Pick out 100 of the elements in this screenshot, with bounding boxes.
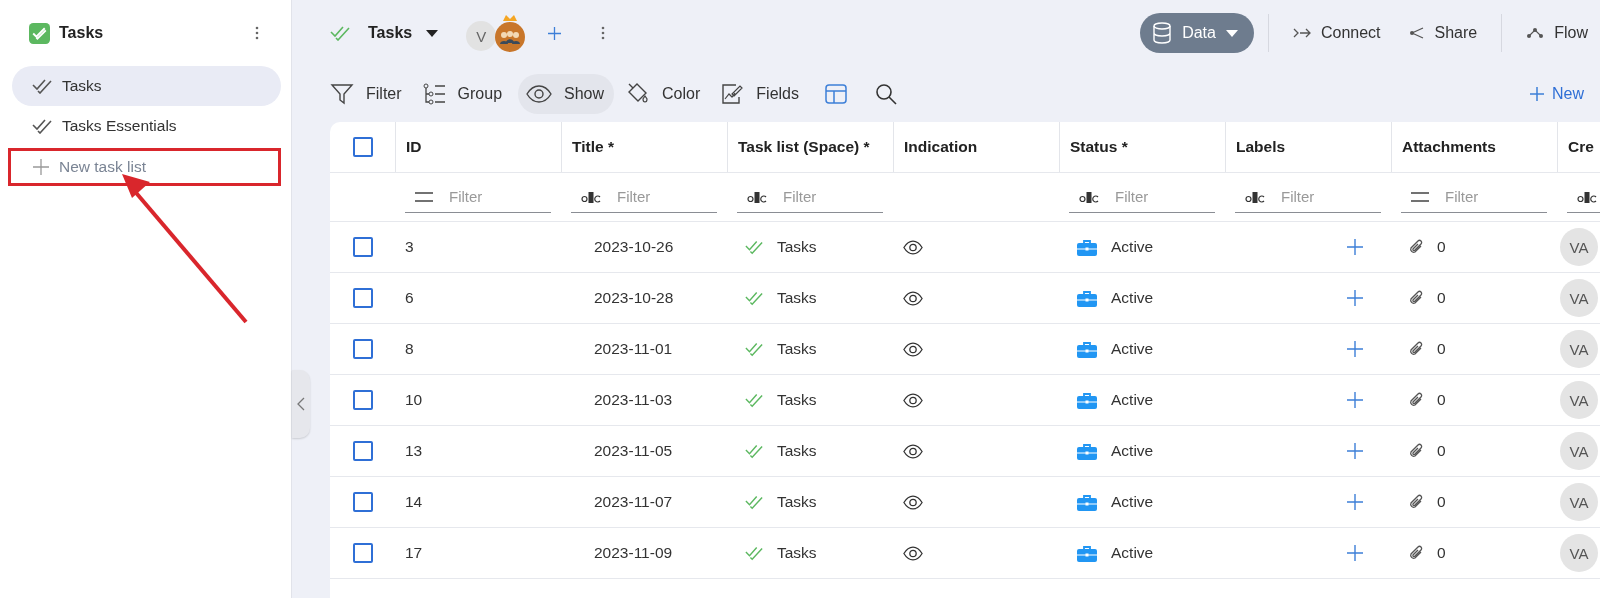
paperclip-icon	[1409, 544, 1423, 562]
plus-icon	[1530, 87, 1544, 101]
briefcase-icon	[1077, 289, 1097, 307]
app-check-icon	[29, 22, 50, 44]
briefcase-icon	[1077, 493, 1097, 511]
add-label-icon[interactable]	[1347, 545, 1363, 561]
title-cell: 2023-10-26	[594, 238, 674, 256]
more-icon[interactable]	[601, 26, 606, 40]
more-icon[interactable]	[255, 26, 259, 40]
chevron-left-icon	[297, 397, 305, 411]
eye-icon[interactable]	[903, 392, 923, 408]
title-cell: 2023-11-01	[594, 340, 673, 358]
task-list-cell: Tasks	[777, 442, 817, 460]
mode-button[interactable]: Connect	[1280, 13, 1393, 53]
add-label-icon[interactable]	[1347, 443, 1363, 459]
double-check-icon	[745, 443, 763, 459]
eye-icon[interactable]	[903, 341, 923, 357]
database-icon	[1152, 22, 1173, 44]
plus-icon	[33, 159, 49, 175]
column-header[interactable]: Status *	[1059, 122, 1225, 172]
column-header[interactable]: Title *	[561, 122, 727, 172]
add-label-icon[interactable]	[1347, 392, 1363, 408]
row-checkbox[interactable]	[352, 237, 373, 257]
attachment-count: 0	[1437, 391, 1446, 409]
filter-field[interactable]: Filter	[615, 187, 709, 206]
status-cell: Active	[1111, 442, 1154, 460]
sidebar-title: Tasks	[59, 24, 105, 42]
caret-icon	[1225, 29, 1238, 37]
creator-avatar: VA	[1560, 483, 1598, 521]
filter-field[interactable]: Filter	[1113, 187, 1207, 206]
search-icon[interactable]	[875, 83, 897, 105]
row-checkbox[interactable]	[352, 543, 373, 563]
column-header[interactable]: Task list (Space) *	[727, 122, 893, 172]
mode-button[interactable]: Flow	[1514, 13, 1600, 53]
paperclip-icon	[1409, 493, 1423, 511]
column-header[interactable]: Indication	[893, 122, 1059, 172]
eye-icon[interactable]	[903, 239, 923, 255]
task-list-cell: Tasks	[777, 289, 817, 307]
row-checkbox[interactable]	[352, 288, 373, 308]
task-list-cell: Tasks	[777, 340, 817, 358]
collapse-handle[interactable]	[292, 370, 310, 438]
id-cell: 3	[405, 238, 414, 256]
attachment-count: 0	[1437, 544, 1446, 562]
new-button[interactable]: New	[1524, 84, 1590, 104]
flow-icon	[1526, 26, 1545, 40]
sidebar-item[interactable]: Tasks	[12, 66, 281, 106]
column-header[interactable]: Attachments	[1391, 122, 1557, 172]
share-icon	[1408, 26, 1425, 40]
user-avatar[interactable]: V	[466, 21, 497, 51]
row-checkbox[interactable]	[352, 339, 373, 359]
task-list-cell: Tasks	[777, 493, 817, 511]
toolbar-button[interactable]: Filter	[326, 74, 410, 114]
attachment-count: 0	[1437, 289, 1446, 307]
double-check-icon	[32, 78, 52, 94]
title-cell: 2023-11-03	[594, 391, 673, 409]
mode-button[interactable]: Data	[1140, 13, 1254, 53]
row-checkbox[interactable]	[352, 441, 373, 461]
team-avatar[interactable]	[494, 13, 527, 53]
layout-icon[interactable]	[825, 84, 847, 104]
eye-icon[interactable]	[903, 545, 923, 561]
status-cell: Active	[1111, 238, 1154, 256]
status-cell: Active	[1111, 391, 1154, 409]
toolbar-button[interactable]: Group	[417, 74, 511, 114]
eye-icon[interactable]	[903, 443, 923, 459]
row-checkbox[interactable]	[352, 390, 373, 410]
sidebar-item[interactable]: Tasks Essentials	[12, 106, 281, 146]
equals-icon	[1411, 191, 1429, 202]
add-member-icon[interactable]	[548, 26, 562, 40]
double-check-icon	[745, 494, 763, 510]
select-all-checkbox[interactable]	[352, 137, 373, 157]
filter-field[interactable]: Filter	[447, 187, 541, 206]
filter-field[interactable]: Filter	[781, 187, 875, 206]
column-header[interactable]: ID	[395, 122, 561, 172]
new-task-list-button[interactable]: New task list	[8, 148, 281, 186]
add-label-icon[interactable]	[1347, 494, 1363, 510]
text-type-icon	[1079, 190, 1099, 203]
toolbar-button[interactable]: Show	[518, 74, 615, 114]
text-type-icon	[1577, 190, 1597, 203]
paperclip-icon	[1409, 442, 1423, 460]
eye-icon[interactable]	[903, 494, 923, 510]
attachment-count: 0	[1437, 493, 1446, 511]
group-icon	[421, 82, 446, 106]
eye-icon[interactable]	[903, 290, 923, 306]
toolbar-button[interactable]: Fields	[716, 74, 807, 114]
row-checkbox[interactable]	[352, 492, 373, 512]
attachment-count: 0	[1437, 340, 1446, 358]
caret-icon[interactable]	[426, 29, 439, 37]
add-label-icon[interactable]	[1347, 290, 1363, 306]
add-label-icon[interactable]	[1347, 341, 1363, 357]
filter-field[interactable]: Filter	[1443, 187, 1537, 206]
double-check-icon	[32, 118, 52, 134]
status-cell: Active	[1111, 289, 1154, 307]
column-header[interactable]: Labels	[1225, 122, 1391, 172]
toolbar-button[interactable]: Color	[622, 74, 709, 114]
add-label-icon[interactable]	[1347, 239, 1363, 255]
mode-button[interactable]: Share	[1396, 13, 1490, 53]
title-cell: 2023-11-07	[594, 493, 673, 511]
filter-field[interactable]: Filter	[1279, 187, 1373, 206]
paint-bucket-icon	[626, 82, 651, 106]
column-header[interactable]: Cre	[1557, 122, 1600, 172]
